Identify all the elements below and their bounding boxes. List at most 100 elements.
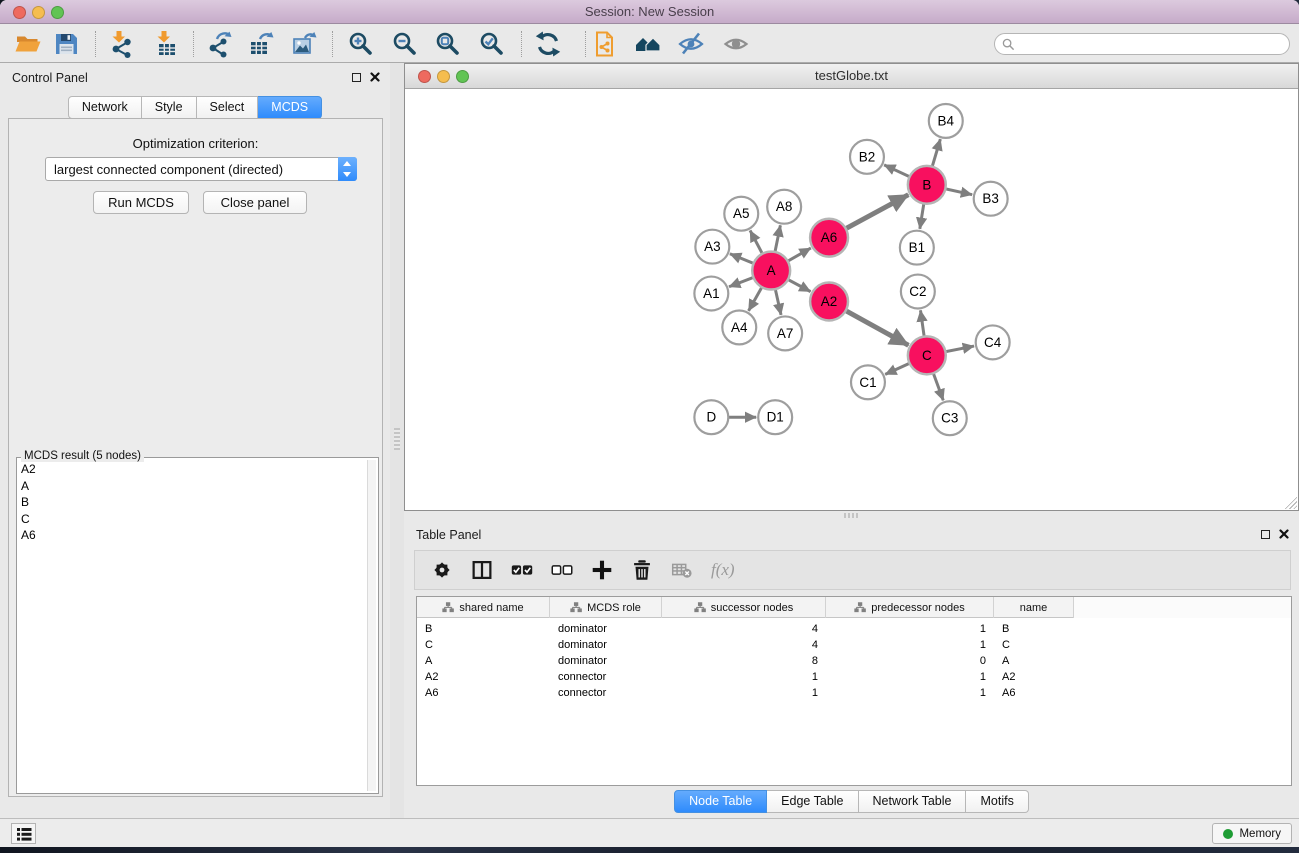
table-row[interactable]: Cdominator41C [417, 637, 1291, 653]
table-cell[interactable]: B [994, 623, 1074, 635]
table-settings-button[interactable] [429, 557, 455, 583]
divider-grip[interactable] [844, 513, 860, 518]
table-cell[interactable]: dominator [550, 623, 662, 635]
graph-node-b1[interactable]: B1 [900, 231, 934, 265]
table-cell[interactable]: connector [550, 671, 662, 683]
table-cell[interactable]: 4 [662, 639, 826, 651]
table-cell[interactable]: 8 [662, 655, 826, 667]
table-cell[interactable]: A [417, 655, 550, 667]
show-all-button[interactable] [722, 30, 750, 58]
graph-node-a7[interactable]: A7 [768, 316, 802, 350]
apply-layout-button[interactable] [534, 30, 562, 58]
tab-network-table[interactable]: Network Table [859, 790, 967, 813]
add-column-button[interactable] [589, 557, 615, 583]
tab-select[interactable]: Select [197, 96, 259, 119]
column-header-name[interactable]: name [994, 597, 1074, 618]
close-panel-button[interactable]: Close panel [203, 191, 307, 214]
first-neighbors-button[interactable] [634, 30, 662, 58]
close-window-button[interactable] [13, 6, 26, 19]
graph-node-c1[interactable]: C1 [851, 365, 885, 399]
zoom-fit-button[interactable] [434, 30, 462, 58]
network-window-titlebar[interactable]: testGlobe.txt [405, 64, 1298, 89]
table-cell[interactable]: A6 [994, 687, 1074, 699]
table-row[interactable]: A6connector11A6 [417, 685, 1291, 701]
search-field[interactable] [994, 33, 1290, 55]
table-cell[interactable]: dominator [550, 639, 662, 651]
new-network-from-selection-button[interactable] [591, 30, 619, 58]
table-cell[interactable]: C [417, 639, 550, 651]
table-cell[interactable]: A2 [417, 671, 550, 683]
column-header-mcds-role[interactable]: MCDS role [550, 597, 662, 618]
table-cell[interactable]: 1 [662, 687, 826, 699]
save-session-button[interactable] [52, 30, 80, 58]
graph-node-b2[interactable]: B2 [850, 140, 884, 174]
graph-node-a[interactable]: A [752, 252, 790, 290]
column-header-predecessor-nodes[interactable]: predecessor nodes [826, 597, 994, 618]
hide-selected-button[interactable] [677, 30, 705, 58]
table-cell[interactable]: dominator [550, 655, 662, 667]
table-cell[interactable]: A [994, 655, 1074, 667]
zoom-network-button[interactable] [456, 70, 469, 83]
mcds-result-item[interactable]: A2 [21, 461, 365, 478]
table-cell[interactable]: 1 [826, 623, 994, 635]
tab-style[interactable]: Style [142, 96, 197, 119]
search-input[interactable] [1015, 35, 1289, 53]
graph-node-a4[interactable]: A4 [722, 310, 756, 344]
tab-network[interactable]: Network [68, 96, 142, 119]
graph-node-b[interactable]: B [908, 166, 946, 204]
graph-node-b3[interactable]: B3 [974, 182, 1008, 216]
open-session-button[interactable] [14, 30, 42, 58]
export-table-button[interactable] [247, 30, 275, 58]
tab-motifs[interactable]: Motifs [966, 790, 1028, 813]
table-row[interactable]: Adominator80A [417, 653, 1291, 669]
import-table-button[interactable] [152, 30, 180, 58]
zoom-window-button[interactable] [51, 6, 64, 19]
table-cell[interactable]: 1 [826, 687, 994, 699]
float-panel-icon[interactable] [1261, 530, 1270, 539]
zoom-selected-button[interactable] [478, 30, 506, 58]
optimization-criterion-select[interactable]: largest connected component (directed) [45, 157, 357, 181]
column-header-successor-nodes[interactable]: successor nodes [662, 597, 826, 618]
table-cell[interactable]: A6 [417, 687, 550, 699]
graph-node-c4[interactable]: C4 [976, 325, 1010, 359]
table-cell[interactable]: connector [550, 687, 662, 699]
table-cell[interactable]: 1 [826, 639, 994, 651]
graph-node-b4[interactable]: B4 [929, 104, 963, 138]
vertical-split-divider[interactable] [390, 63, 404, 818]
table-cell[interactable]: 1 [662, 671, 826, 683]
graph-node-a6[interactable]: A6 [810, 219, 848, 257]
import-network-button[interactable] [107, 30, 135, 58]
mcds-result-item[interactable]: C [21, 511, 365, 528]
graph-node-c[interactable]: C [908, 336, 946, 374]
export-network-button[interactable] [205, 30, 233, 58]
show-columns-button[interactable] [469, 557, 495, 583]
horizontal-split-divider[interactable] [404, 511, 1299, 520]
mcds-result-list[interactable]: A2ABCA6 [21, 461, 365, 791]
delete-table-button[interactable] [669, 557, 695, 583]
zoom-out-button[interactable] [391, 30, 419, 58]
graph-node-d[interactable]: D [694, 400, 728, 434]
table-cell[interactable]: C [994, 639, 1074, 651]
graph-node-a5[interactable]: A5 [724, 197, 758, 231]
network-graph[interactable]: B4B2BB3A5A8A6B1A3AC2A1A2A4A7C4CC1C3DD1 [405, 90, 1298, 510]
tab-node-table[interactable]: Node Table [674, 790, 767, 813]
network-canvas[interactable]: B4B2BB3A5A8A6B1A3AC2A1A2A4A7C4CC1C3DD1 [405, 90, 1298, 510]
close-network-button[interactable] [418, 70, 431, 83]
delete-columns-button[interactable] [629, 557, 655, 583]
minimize-network-button[interactable] [437, 70, 450, 83]
deselect-all-button[interactable] [549, 557, 575, 583]
minimize-window-button[interactable] [32, 6, 45, 19]
graph-node-a3[interactable]: A3 [695, 230, 729, 264]
result-list-scrollbar[interactable] [367, 460, 376, 791]
graph-node-c2[interactable]: C2 [901, 275, 935, 309]
memory-button[interactable]: Memory [1212, 823, 1292, 844]
tab-edge-table[interactable]: Edge Table [767, 790, 858, 813]
mcds-result-item[interactable]: B [21, 494, 365, 511]
graph-node-a2[interactable]: A2 [810, 283, 848, 321]
graph-node-c3[interactable]: C3 [933, 401, 967, 435]
mcds-result-item[interactable]: A6 [21, 527, 365, 544]
column-header-shared-name[interactable]: shared name [417, 597, 550, 618]
table-cell[interactable]: 4 [662, 623, 826, 635]
function-builder-button[interactable]: f(x) [711, 560, 735, 580]
table-cell[interactable]: 1 [826, 671, 994, 683]
